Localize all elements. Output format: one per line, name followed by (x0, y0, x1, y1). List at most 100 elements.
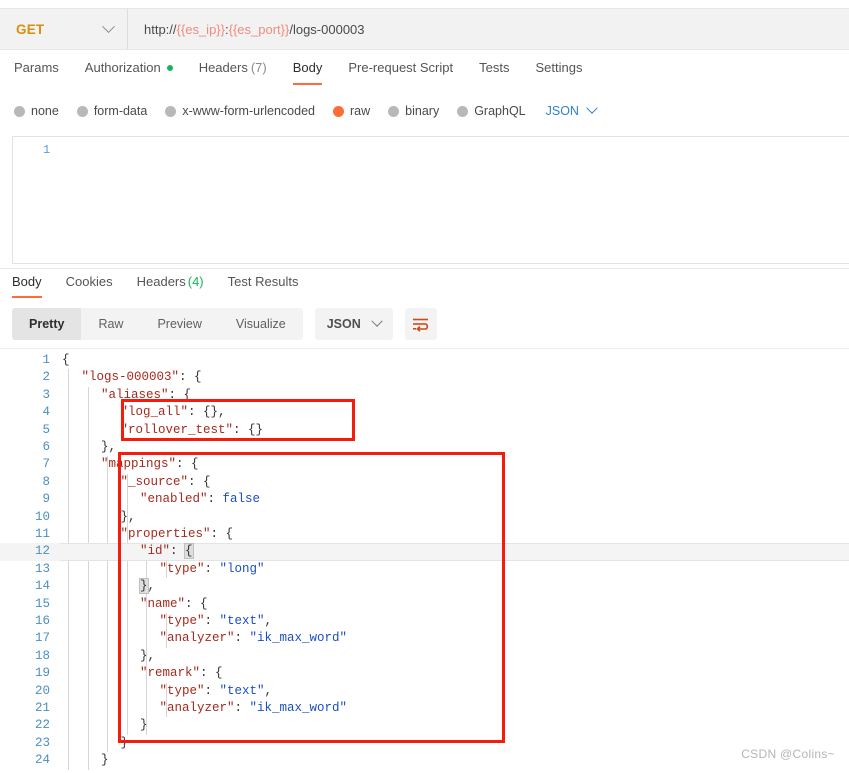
response-tab-test-results[interactable]: Test Results (228, 272, 299, 298)
tab-body[interactable]: Body (292, 58, 322, 85)
json-line[interactable]: 11 "properties": { (0, 526, 849, 543)
json-line[interactable]: 7 "mappings": { (0, 456, 849, 473)
tab-settings-label: Settings (535, 60, 583, 75)
tab-settings[interactable]: Settings (535, 58, 582, 85)
json-token: , (147, 579, 156, 594)
json-token: }, (101, 440, 117, 454)
json-line-number: 5 (42, 422, 50, 437)
tab-tests[interactable]: Tests (479, 58, 509, 85)
view-mode-preview-label: Preview (157, 317, 202, 331)
response-json-viewer[interactable]: 1{2 "logs-000003": {3 "aliases": {4 "log_al… (0, 348, 849, 773)
tab-headers-label: Headers (198, 60, 248, 75)
json-token: "mappings" (101, 457, 177, 472)
response-tab-cookies-label: Cookies (65, 274, 113, 289)
json-line[interactable]: 3 "aliases": { (0, 387, 849, 404)
json-line-number: 23 (34, 735, 50, 750)
word-wrap-icon (413, 318, 429, 332)
json-line-number: 6 (42, 440, 50, 454)
json-token: : (234, 701, 250, 715)
response-tab-headers[interactable]: Headers (4) (137, 272, 204, 298)
json-line[interactable]: 24} (0, 752, 849, 769)
url-input[interactable]: http://{{es_ip}}: {{es_port}}/logs-000003 (128, 9, 849, 49)
json-line-number: 12 (34, 544, 50, 559)
json-line[interactable]: 13 "type": "long" (0, 561, 849, 578)
json-line[interactable]: 12 "id": { (0, 543, 849, 562)
body-format-selector[interactable]: JSON (546, 102, 598, 118)
json-token: } (120, 735, 129, 750)
json-line-text: "name": { (140, 596, 208, 613)
body-type-raw[interactable]: raw (333, 104, 370, 118)
tab-pre-request-script[interactable]: Pre-request Script (348, 58, 453, 85)
request-editor-line-number: 1 (43, 143, 51, 157)
response-tab-cookies[interactable]: Cookies (66, 272, 113, 298)
json-token: : (170, 544, 186, 559)
json-line[interactable]: 18}, (0, 648, 849, 665)
json-line-number: 22 (34, 718, 50, 733)
view-mode-visualize[interactable]: Visualize (219, 308, 303, 340)
json-line[interactable]: 23} (0, 735, 849, 752)
tab-authorization[interactable]: Authorization (85, 58, 173, 85)
response-tab-body[interactable]: Body (12, 272, 42, 298)
json-line-text: "type": "text", (160, 613, 273, 630)
response-format-label: JSON (326, 317, 361, 331)
json-line-number: 15 (34, 596, 50, 611)
json-line[interactable]: 8 "_source": { (0, 474, 849, 491)
response-tab-headers-label: Headers (136, 274, 186, 289)
view-mode-preview[interactable]: Preview (140, 308, 218, 340)
json-line[interactable]: 22} (0, 717, 849, 734)
json-line[interactable]: 6}, (0, 439, 849, 456)
body-type-graphql-label: GraphQL (474, 104, 526, 118)
json-line[interactable]: 16 "type": "text", (0, 613, 849, 630)
json-line-text: "type": "long" (160, 561, 265, 578)
json-token: "id" (140, 544, 171, 559)
json-line[interactable]: 4 "log_all": {}, (0, 404, 849, 421)
json-line[interactable]: 5 "rollover_test": {} (0, 422, 849, 439)
json-line-number: 18 (34, 648, 50, 663)
request-url-bar: GET http://{{es_ip}}: {{es_port}}/logs-00… (0, 8, 849, 50)
json-token: "ik_max_word" (249, 631, 348, 646)
json-line[interactable]: 1{ (0, 352, 849, 369)
json-line[interactable]: 17 "analyzer": "ik_max_word" (0, 630, 849, 647)
body-type-none[interactable]: none (14, 104, 59, 118)
response-divider (0, 268, 849, 269)
json-line-text: } (121, 735, 129, 752)
tab-headers[interactable]: Headers (7) (199, 58, 267, 85)
json-token: : {} (233, 422, 264, 437)
view-mode-raw[interactable]: Raw (81, 308, 140, 340)
json-line[interactable]: 15 "name": { (0, 596, 849, 613)
json-line-text: }, (140, 648, 155, 665)
view-mode-pretty[interactable]: Pretty (12, 308, 82, 340)
json-line[interactable]: 21 "analyzer": "ik_max_word" (0, 700, 849, 717)
json-line[interactable]: 2 "logs-000003": { (0, 369, 849, 386)
json-token: "_source" (120, 474, 189, 489)
json-line-number: 9 (42, 492, 50, 507)
json-line-text: "type": "text", (160, 683, 273, 700)
json-line[interactable]: 14}, (0, 578, 849, 595)
json-line-text: "enabled": false (140, 491, 260, 508)
body-type-graphql[interactable]: GraphQL (457, 104, 526, 118)
json-token: { (62, 353, 70, 367)
request-body-editor[interactable]: 1 (12, 136, 849, 264)
response-format-selector[interactable]: JSON (314, 308, 393, 340)
json-line-number: 19 (34, 666, 50, 681)
radio-icon (457, 105, 469, 117)
json-line-text: } (101, 752, 109, 769)
json-line-number: 11 (34, 527, 50, 541)
json-line-number: 4 (42, 405, 50, 420)
json-line-text: "analyzer": "ik_max_word" (160, 700, 348, 717)
body-type-binary[interactable]: binary (388, 104, 439, 118)
json-line[interactable]: 9 "enabled": false (0, 491, 849, 508)
json-token: : (204, 561, 220, 576)
body-type-urlencoded[interactable]: x-www-form-urlencoded (165, 104, 315, 118)
json-line[interactable]: 10}, (0, 509, 849, 526)
auth-status-dot-icon (166, 64, 173, 71)
http-method-selector[interactable]: GET (0, 9, 128, 49)
body-type-none-label: none (31, 104, 59, 118)
tab-params[interactable]: Params (14, 58, 59, 85)
chevron-down-icon (102, 19, 115, 33)
json-line[interactable]: 19 "remark": { (0, 665, 849, 682)
json-line[interactable]: 20 "type": "text", (0, 683, 849, 700)
word-wrap-toggle-button[interactable] (404, 308, 437, 340)
json-line-number: 8 (42, 474, 50, 489)
body-type-form-data[interactable]: form-data (76, 104, 147, 118)
